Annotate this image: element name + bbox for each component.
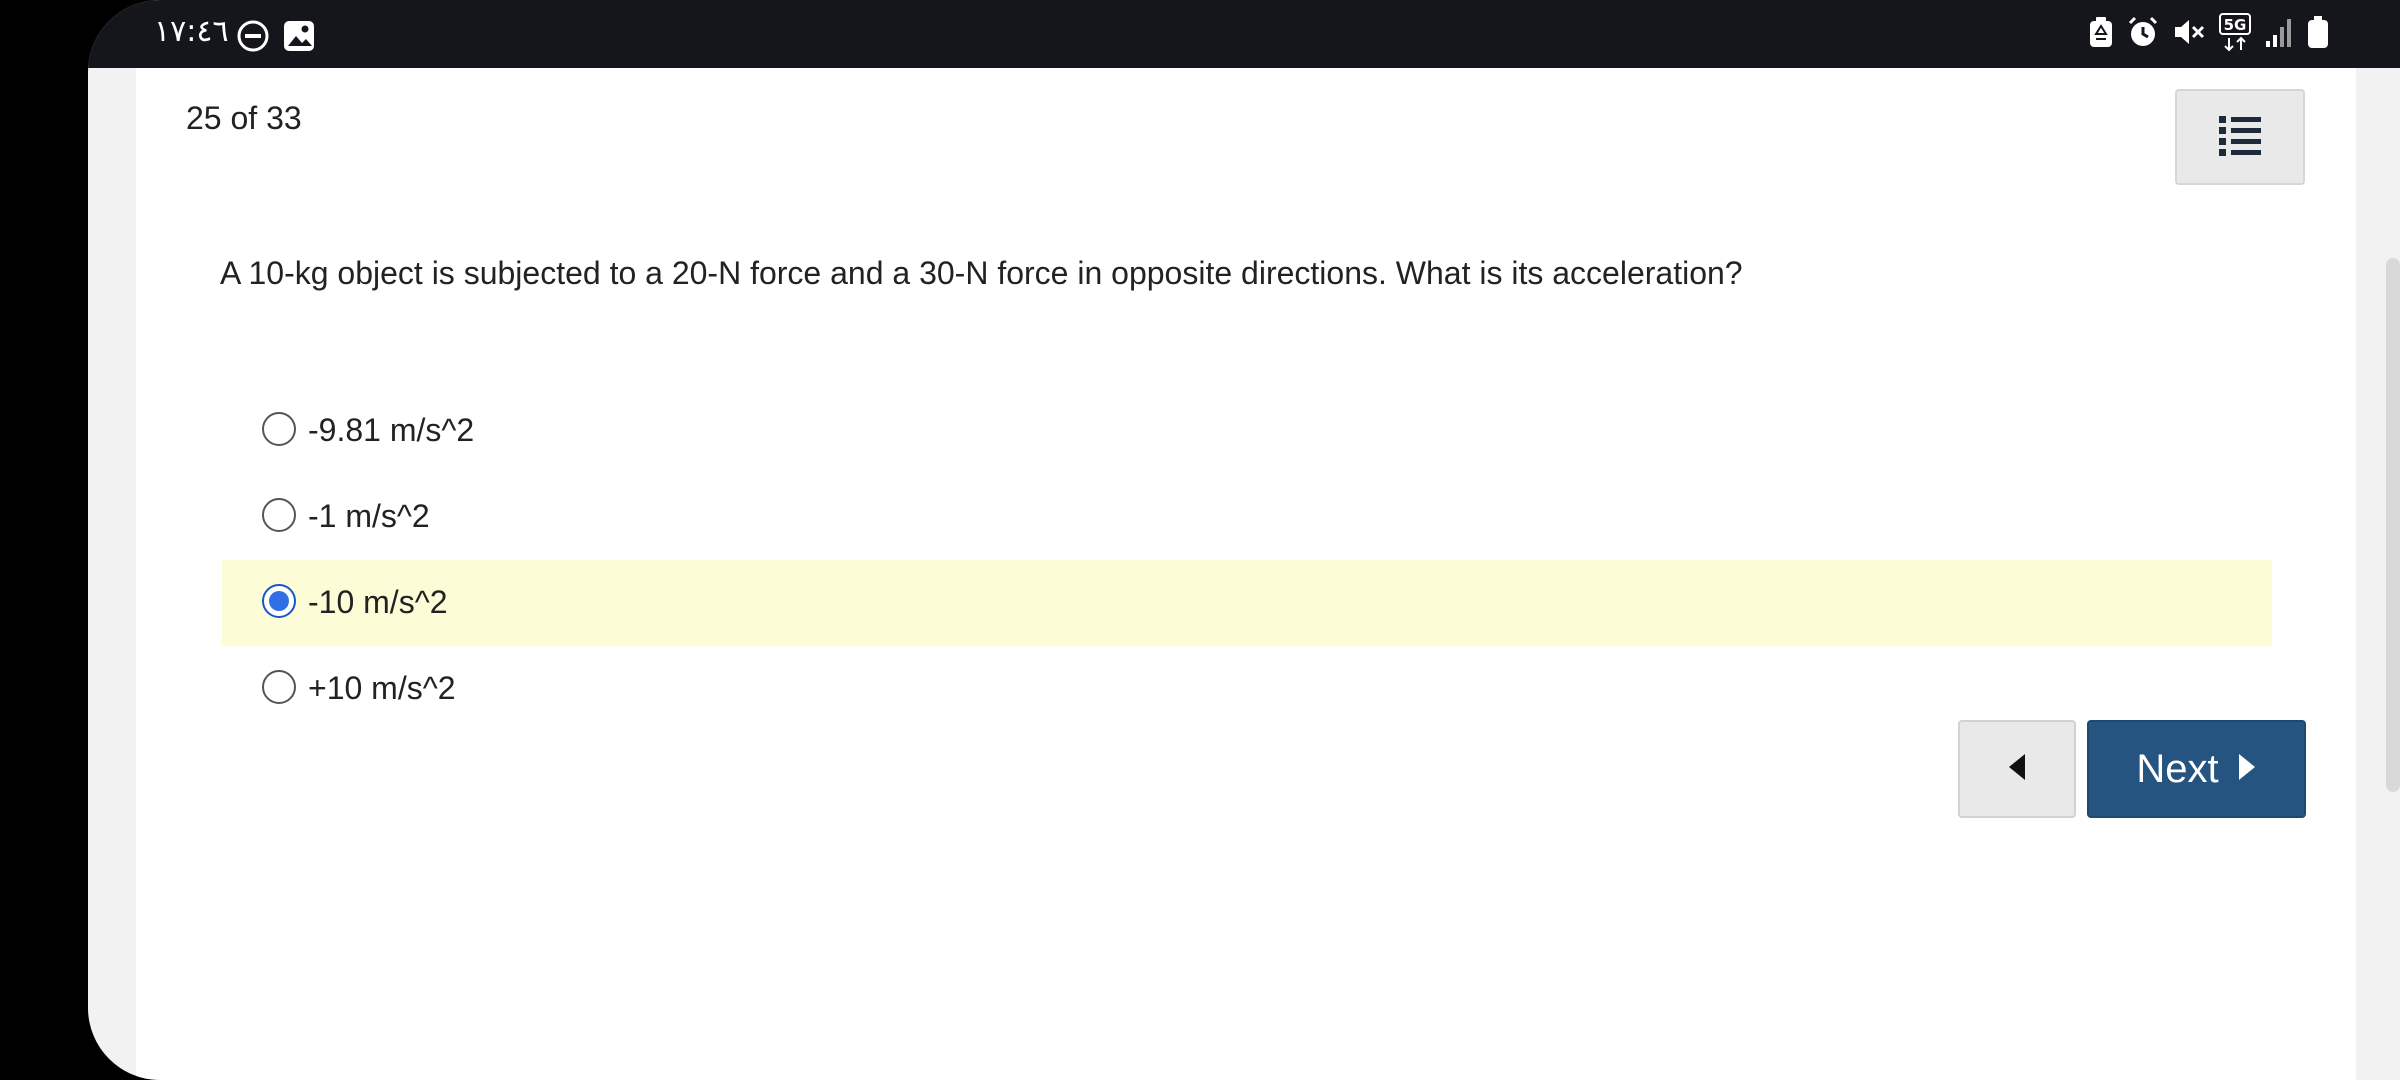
do-not-disturb-icon	[236, 16, 270, 56]
question-counter: 25 of 33	[186, 100, 302, 136]
answer-option[interactable]: -9.81 m/s^2	[222, 388, 2272, 474]
mute-icon	[2172, 12, 2206, 52]
answer-option-label: -9.81 m/s^2	[308, 412, 475, 448]
gallery-icon	[282, 16, 316, 56]
answer-option-label: -10 m/s^2	[308, 584, 448, 620]
status-time: ١٧:٤٦	[154, 14, 229, 49]
quiz-content: 25 of 33 A 10-kg object is subjected to …	[136, 68, 2356, 1080]
network-5g-icon: 5G	[2218, 12, 2252, 52]
recycle-icon	[2088, 12, 2114, 52]
next-button-label: Next	[2136, 747, 2219, 791]
radio-button[interactable]	[262, 412, 296, 446]
status-bar: ١٧:٤٦ 5G	[88, 0, 2400, 68]
answer-option[interactable]: -1 m/s^2	[222, 474, 2272, 560]
battery-icon	[2306, 12, 2330, 52]
scrollbar[interactable]	[2386, 258, 2400, 792]
radio-button[interactable]	[262, 670, 296, 704]
radio-button-checked[interactable]	[262, 584, 296, 618]
answer-option-selected[interactable]: -10 m/s^2	[222, 560, 2272, 646]
next-button[interactable]: Next	[2087, 720, 2306, 818]
question-list-button[interactable]	[2175, 89, 2305, 185]
list-icon	[2217, 114, 2263, 161]
status-left-icons	[236, 16, 316, 56]
device-screen: ١٧:٤٦ 5G 25 of 33 A 10-kg object is subj…	[88, 0, 2400, 1080]
network-5g-label: 5G	[2224, 16, 2247, 34]
answer-option-label: -1 m/s^2	[308, 498, 430, 534]
answer-option-label: +10 m/s^2	[308, 670, 456, 706]
previous-button[interactable]	[1958, 720, 2076, 818]
answer-options: -9.81 m/s^2 -1 m/s^2 -10 m/s^2 +10 m/s^2	[222, 388, 2272, 732]
signal-icon	[2264, 12, 2294, 52]
caret-right-icon	[2237, 752, 2257, 787]
status-right-icons: 5G	[2088, 12, 2330, 52]
alarm-icon	[2126, 12, 2160, 52]
question-text: A 10-kg object is subjected to a 20-N fo…	[220, 255, 1743, 291]
caret-left-icon	[2006, 752, 2028, 787]
radio-button[interactable]	[262, 498, 296, 532]
